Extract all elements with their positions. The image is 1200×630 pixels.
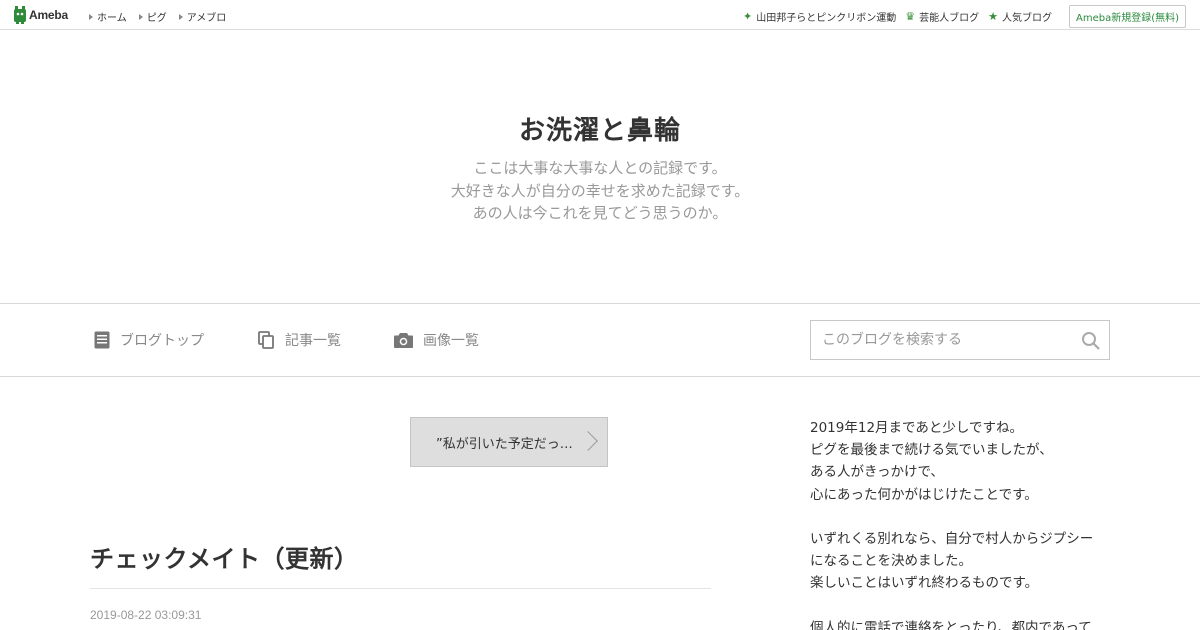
crown-icon: ♛	[905, 10, 916, 23]
sidebar-profile-text: 2019年12月まであと少しですね。 ピグを最後まで続ける気でいましたが、 ある…	[810, 417, 1110, 630]
document-icon	[94, 331, 110, 349]
top-nav: ホーム ピグ アメブロ	[89, 9, 226, 24]
blog-description: ここは大事な大事な人との記録です。 大好きな人が自分の幸せを求めた記録です。 あ…	[0, 157, 1200, 225]
sparkle-icon: ✦	[743, 10, 753, 23]
camera-icon	[394, 333, 413, 348]
description-line: あの人は今これを見てどう思うのか。	[472, 204, 728, 222]
sidebar-line: 心にあった何かがはじけたことです。	[810, 486, 1038, 503]
copy-icon	[258, 331, 274, 349]
entry-title[interactable]: チェックメイト（更新）	[90, 539, 359, 574]
nav-label: ブログトップ	[120, 333, 204, 349]
top-nav-pigg[interactable]: ピグ	[138, 9, 167, 24]
star-icon: ★	[988, 10, 998, 23]
description-line: 大好きな人が自分の幸せを求めた記録です。	[450, 181, 750, 200]
sidebar-line: ある人がきっかけで、	[810, 464, 944, 481]
nav-blog-top[interactable]: ブログトップ	[94, 330, 204, 350]
sidebar-line: になることを決めました。	[810, 553, 972, 570]
sidebar-line: 2019年12月まであと少しですね。	[810, 420, 1023, 436]
top-bar: Ameba ホーム ピグ アメブロ ✦ 山田邦子らとピンクリボン運動 ♛ 芸能人ブロ…	[0, 0, 1200, 30]
title-divider	[90, 588, 711, 589]
blog-search-box	[810, 320, 1110, 360]
nav-entries[interactable]: 記事一覧	[258, 330, 341, 350]
nav-label: 記事一覧	[285, 333, 341, 349]
sidebar-line: 楽しいことはいずれ終わるものです。	[810, 575, 1039, 592]
nav-label: 画像一覧	[423, 333, 479, 349]
blog-header: お洗濯と鼻輪 ここは大事な大事な人との記録です。 大好きな人が自分の幸せを求めた…	[0, 30, 1200, 303]
sidebar-line: いずれくる別れなら、自分で村人からジプシー	[810, 531, 1094, 547]
register-button[interactable]: Ameba新規登録(無料)	[1068, 5, 1186, 28]
blog-search-input[interactable]	[811, 321, 1061, 359]
entry-date: 2019-08-22 03:09:31	[90, 608, 202, 622]
triangle-right-icon	[138, 13, 143, 20]
link-label: 人気ブログ	[1001, 13, 1052, 24]
description-line: ここは大事な大事な人との記録です。	[473, 159, 727, 177]
logo-text: Ameba	[29, 8, 69, 22]
ameba-logo[interactable]: Ameba	[13, 6, 68, 24]
search-icon[interactable]	[1081, 331, 1100, 350]
celebrity-blog-link[interactable]: ♛ 芸能人ブログ	[905, 9, 979, 24]
top-nav-ameblo[interactable]: アメブロ	[178, 9, 227, 24]
ameba-mascot-icon	[14, 6, 26, 24]
top-nav-home[interactable]: ホーム	[89, 9, 127, 24]
link-label: 芸能人ブログ	[919, 13, 980, 24]
triangle-right-icon	[178, 13, 183, 20]
chevron-right-icon	[578, 431, 598, 451]
top-nav-label: ピグ	[146, 13, 167, 24]
top-nav-label: ホーム	[97, 13, 127, 24]
nav-images[interactable]: 画像一覧	[394, 330, 479, 350]
triangle-right-icon	[89, 13, 93, 20]
link-label: 山田邦子らとピンクリボン運動	[756, 13, 897, 24]
sidebar-line: ピグを最後まで続ける気でいましたが、	[810, 442, 1053, 459]
popular-blog-link[interactable]: ★ 人気ブログ	[988, 9, 1052, 24]
previous-entry-label: ”私が引いた予定だっ…	[436, 436, 573, 452]
blog-nav-bar: ブログトップ 記事一覧 画像一覧	[0, 303, 1200, 377]
previous-entry-link[interactable]: ”私が引いた予定だっ…	[410, 417, 608, 467]
top-nav-label: アメブロ	[186, 13, 227, 24]
blog-title[interactable]: お洗濯と鼻輪	[0, 110, 1200, 147]
pink-ribbon-link[interactable]: ✦ 山田邦子らとピンクリボン運動	[743, 9, 896, 24]
sidebar-line: 個人的に電話で連絡をとったり、都内であって	[810, 619, 1092, 630]
top-right-links: ✦ 山田邦子らとピンクリボン運動 ♛ 芸能人ブログ ★ 人気ブログ Ameba新規登録…	[743, 5, 1186, 28]
